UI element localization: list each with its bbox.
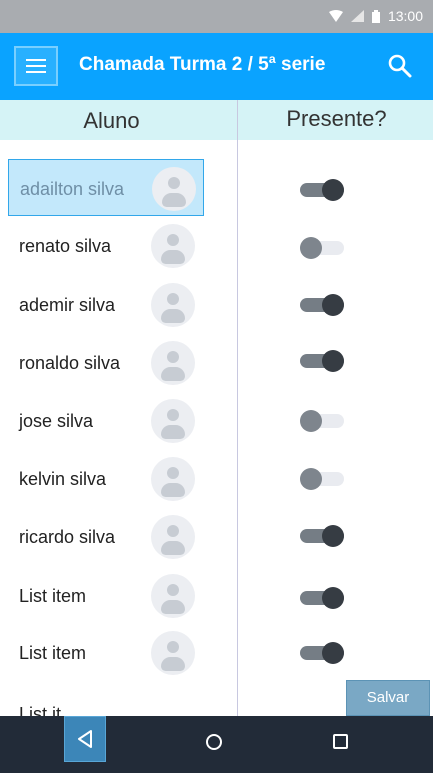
student-name: jose silva [19, 411, 94, 431]
presence-toggle[interactable] [300, 587, 344, 609]
list-item[interactable]: jose silva [8, 392, 204, 449]
navigation-bar [0, 716, 433, 773]
student-name: ademir silva [19, 295, 116, 315]
student-name: ricardo silva [19, 527, 116, 547]
avatar-icon [151, 515, 195, 559]
save-button[interactable]: Salvar [346, 680, 430, 716]
wifi-icon [328, 10, 343, 22]
presence-toggle[interactable] [300, 410, 344, 432]
app-bar: Chamada Turma 2 / 5ª serie [0, 33, 433, 100]
student-name: List item [19, 586, 87, 606]
list-item[interactable]: adailton silva [8, 159, 204, 216]
battery-icon [371, 9, 380, 23]
presence-toggle[interactable] [300, 468, 344, 490]
hamburger-menu-icon [26, 59, 46, 73]
recent-apps-icon[interactable] [333, 734, 348, 749]
student-name: adailton silva [20, 179, 125, 199]
avatar-icon [152, 167, 196, 211]
student-name: List item [19, 643, 87, 663]
student-name: kelvin silva [19, 469, 107, 489]
avatar-icon [151, 399, 195, 443]
list-item[interactable]: kelvin silva [8, 450, 204, 507]
avatar-icon [151, 457, 195, 501]
search-icon[interactable] [387, 53, 413, 79]
student-list: adailton silva renato silva ademir silva… [0, 140, 237, 716]
presence-toggle[interactable] [300, 294, 344, 316]
presence-toggle[interactable] [300, 350, 344, 372]
column-header-present: Presente? [286, 106, 387, 131]
status-bar: 13:00 [0, 0, 433, 33]
student-name: renato silva [19, 236, 112, 256]
column-header-student: Aluno [83, 108, 140, 133]
menu-button[interactable] [14, 46, 58, 86]
list-item[interactable]: ronaldo silva [8, 334, 204, 391]
presence-toggle[interactable] [300, 237, 344, 259]
presence-toggle[interactable] [300, 642, 344, 664]
presence-toggle[interactable] [300, 525, 344, 547]
table-header: Aluno Presente? [0, 100, 433, 140]
list-item[interactable]: ricardo silva [8, 508, 204, 565]
status-time: 13:00 [387, 8, 423, 24]
avatar-icon [151, 574, 195, 618]
signal-icon [350, 10, 364, 22]
presence-toggle[interactable] [300, 179, 344, 201]
avatar-icon [151, 224, 195, 268]
student-name: List it [19, 704, 62, 716]
presence-toggles [238, 140, 433, 716]
list-item[interactable]: ademir silva [8, 276, 204, 333]
home-icon[interactable] [206, 734, 222, 750]
back-icon [78, 730, 92, 748]
back-button[interactable] [64, 716, 106, 762]
avatar-icon [151, 283, 195, 327]
list-item[interactable]: List it [8, 685, 204, 716]
page-title: Chamada Turma 2 / 5ª serie [79, 54, 326, 75]
avatar-icon [151, 631, 195, 675]
avatar-icon [151, 341, 195, 385]
student-name: ronaldo silva [19, 353, 121, 373]
list-item[interactable]: List item [8, 624, 204, 681]
list-item[interactable]: List item [8, 567, 204, 624]
list-item[interactable]: renato silva [8, 217, 204, 274]
